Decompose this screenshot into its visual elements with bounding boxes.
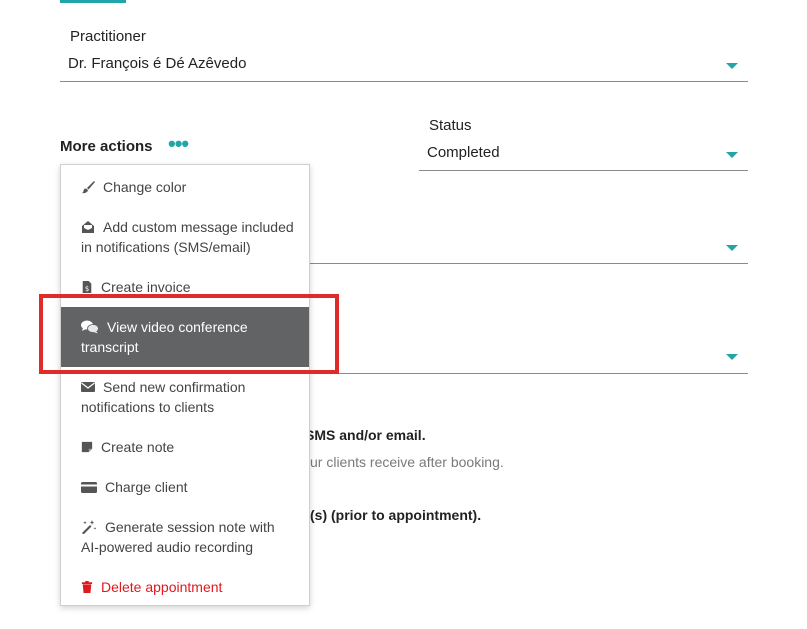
appointment-page: Practitioner Dr. François é Dé Azêvedo M…: [0, 0, 807, 629]
svg-text:$: $: [85, 285, 89, 293]
menu-item-label: in notifications (SMS/email): [81, 239, 251, 255]
chevron-down-icon[interactable]: [726, 245, 738, 251]
status-underline: [419, 170, 748, 171]
status-select[interactable]: Completed: [427, 144, 500, 161]
menu-item-label: Add custom message included: [103, 219, 294, 235]
menu-item-label: Generate session note with: [105, 519, 275, 535]
active-tab-underline: [60, 0, 126, 3]
more-actions-label: More actions: [60, 138, 153, 155]
hidden-field-underline: [310, 373, 748, 374]
credit-card-icon: [81, 482, 97, 493]
menu-item-label: Change color: [103, 179, 187, 195]
menu-item-add-custom-message[interactable]: Add custom message included in notificat…: [61, 217, 309, 277]
menu-item-label: Delete appointment: [101, 579, 223, 595]
more-actions-menu: Change color Add custom message included…: [60, 164, 310, 606]
practitioner-underline: [60, 81, 748, 82]
menu-item-label: Charge client: [105, 479, 188, 495]
menu-item-delete-appointment[interactable]: Delete appointment: [61, 577, 309, 607]
menu-item-send-confirmation[interactable]: Send new confirmation notifications to c…: [61, 377, 309, 437]
menu-item-label: AI-powered audio recording: [81, 539, 253, 555]
more-actions-icon[interactable]: •••: [168, 131, 189, 157]
chevron-down-icon[interactable]: [726, 63, 738, 69]
menu-item-label: View video conference: [107, 319, 248, 335]
menu-item-view-video-transcript[interactable]: View video conference transcript: [61, 307, 309, 367]
reminder-heading: SMS and/or email.: [305, 427, 426, 443]
note-icon: [81, 441, 93, 453]
menu-item-generate-session-note[interactable]: Generate session note with AI-powered au…: [61, 517, 309, 577]
menu-item-label: Send new confirmation: [103, 379, 246, 395]
magic-wand-icon: [82, 520, 97, 534]
reminder-timing: (s) (prior to appointment).: [310, 507, 482, 523]
invoice-icon: $: [82, 281, 92, 293]
menu-item-create-note[interactable]: Create note: [61, 437, 309, 477]
menu-item-label: transcript: [81, 339, 139, 355]
chevron-down-icon[interactable]: [726, 354, 738, 360]
menu-item-label: Create invoice: [101, 279, 191, 295]
trash-icon: [81, 581, 93, 593]
menu-item-change-color[interactable]: Change color: [61, 177, 309, 217]
chat-bubbles-icon: [81, 320, 99, 334]
reminder-description: ur clients receive after booking.: [310, 454, 504, 470]
menu-item-charge-client[interactable]: Charge client: [61, 477, 309, 517]
status-label: Status: [429, 117, 472, 134]
menu-item-label: Create note: [101, 439, 175, 455]
practitioner-select[interactable]: Dr. François é Dé Azêvedo: [68, 55, 246, 72]
menu-item-label: notifications to clients: [81, 399, 215, 415]
practitioner-label: Practitioner: [70, 28, 146, 45]
hidden-field-underline: [310, 263, 748, 264]
chevron-down-icon[interactable]: [726, 152, 738, 158]
envelope-open-icon: [82, 221, 94, 233]
paintbrush-icon: [81, 181, 95, 194]
envelope-icon: [81, 382, 95, 392]
